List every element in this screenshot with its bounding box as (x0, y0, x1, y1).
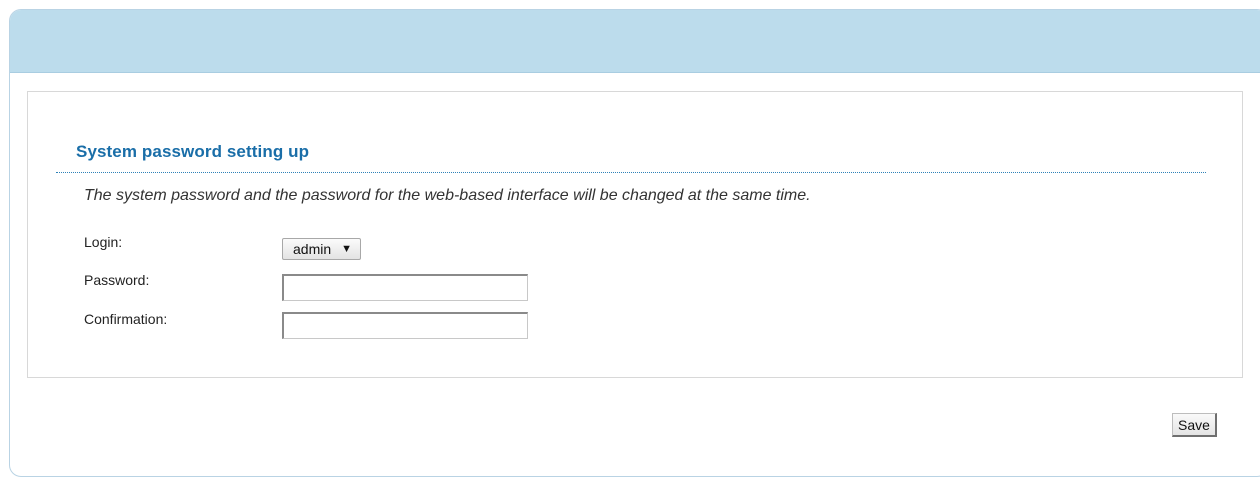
password-label: Password: (84, 272, 150, 288)
window-header (10, 10, 1260, 73)
password-input[interactable] (282, 274, 528, 301)
login-select-value: admin (293, 241, 332, 257)
dropdown-arrow-icon: ▼ (341, 243, 353, 255)
save-button[interactable]: Save (1172, 413, 1217, 437)
login-select[interactable]: admin ▼ (282, 238, 362, 260)
section-description: The system password and the password for… (84, 187, 811, 204)
password-panel: System password setting up The system pa… (27, 91, 1243, 378)
login-label: Login: (84, 234, 123, 250)
confirmation-label: Confirmation: (84, 311, 168, 327)
confirmation-input[interactable] (282, 312, 528, 339)
title-divider (56, 172, 1206, 173)
section-title: System password setting up (76, 142, 310, 161)
